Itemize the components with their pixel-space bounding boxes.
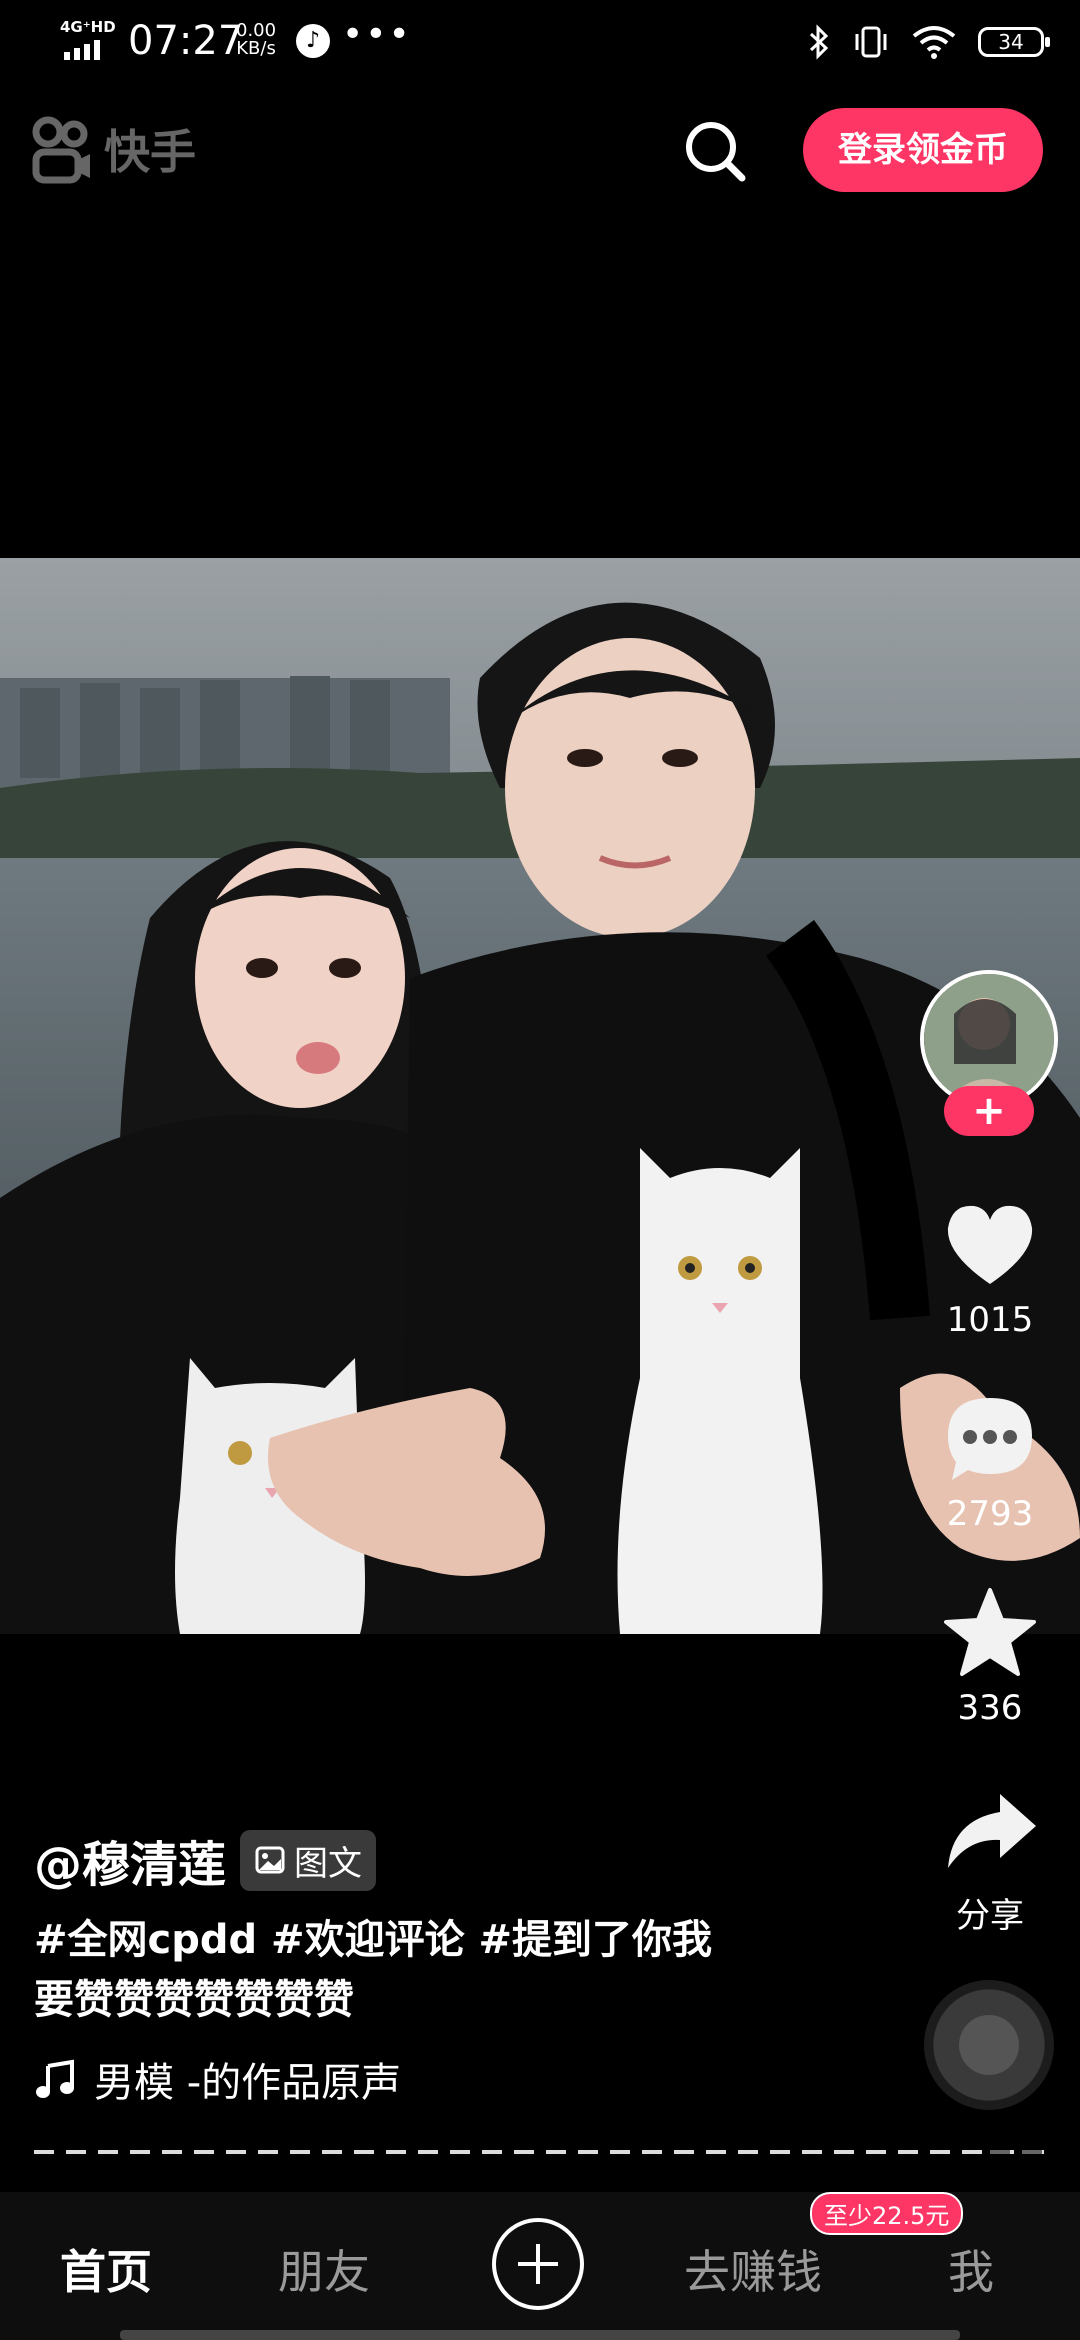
more-notifications-icon: ••• [342, 14, 412, 55]
share-icon [948, 1794, 1036, 1868]
music-title: 男模 -的作品原声 [94, 2060, 402, 2106]
comment-button[interactable]: 2793 [930, 1390, 1050, 1534]
image-progress-remaining [990, 2150, 1044, 2154]
signal-indicator: 4G⁺HD [60, 18, 116, 62]
vibrate-icon [855, 26, 887, 58]
follow-button[interactable]: + [944, 1086, 1034, 1136]
avatar-image [924, 974, 1054, 1104]
share-button[interactable]: 分享 [930, 1784, 1050, 1937]
caption-line: #全网cpdd #欢迎评论 #提到了你我 [34, 1917, 713, 1963]
nav-me[interactable]: 我 [948, 2236, 994, 2302]
image-icon [255, 1846, 285, 1874]
post-type-label: 图文 [294, 1843, 363, 1884]
nav-earn[interactable]: 去赚钱 [684, 2236, 822, 2302]
create-post-button[interactable] [492, 2218, 584, 2310]
bluetooth-icon [809, 24, 829, 60]
music-info[interactable]: 男模 -的作品原声 [34, 2050, 401, 2108]
notification-app-icon: ♪ [296, 24, 330, 58]
share-label: 分享 [956, 1896, 1024, 1936]
couple-photo-illustration [0, 558, 1080, 1634]
network-type: 4G⁺HD [60, 18, 116, 36]
image-progress-indicator [34, 2150, 1044, 2154]
post-type-badge: 图文 [240, 1829, 377, 1891]
status-bar: 4G⁺HD 07:27 0.00 KB/s ♪ ••• 34 [0, 0, 1080, 90]
earn-reward-badge: 至少22.5元 [810, 2192, 964, 2235]
author-row: @穆清莲 图文 [34, 1825, 377, 1895]
battery-icon: 34 [978, 27, 1050, 57]
wifi-icon [912, 26, 956, 59]
music-note-icon [36, 2059, 74, 2098]
comment-count: 2793 [946, 1494, 1034, 1534]
search-icon[interactable] [680, 116, 750, 186]
system-home-indicator [120, 2330, 960, 2340]
caption-line: 要赞赞赞赞赞赞赞 [34, 1977, 354, 2023]
star-icon [944, 1588, 1036, 1676]
post-image[interactable] [0, 558, 1080, 1634]
music-disc[interactable] [924, 1980, 1054, 2110]
login-reward-button[interactable]: 登录领金币 [803, 108, 1043, 192]
like-button[interactable]: 1015 [930, 1196, 1050, 1340]
app-logo: 快手 [30, 114, 196, 184]
favorite-button[interactable]: 336 [930, 1584, 1050, 1728]
status-icons: 34 [808, 20, 1050, 64]
clock: 07:27 [128, 18, 244, 64]
speed-unit: KB/s [236, 38, 276, 59]
nav-friends[interactable]: 朋友 [278, 2236, 370, 2302]
favorite-count: 336 [957, 1688, 1023, 1728]
kuaishou-logo-icon [32, 116, 90, 184]
post-caption[interactable]: #全网cpdd #欢迎评论 #提到了你我 要赞赞赞赞赞赞赞 [34, 1910, 794, 2030]
comment-icon [948, 1398, 1032, 1480]
heart-icon [947, 1205, 1033, 1284]
author-name[interactable]: @穆清莲 [34, 1825, 226, 1895]
nav-home[interactable]: 首页 [60, 2236, 152, 2302]
network-speed: 0.00 KB/s [236, 22, 276, 58]
like-count: 1015 [946, 1300, 1034, 1340]
app-name: 快手 [104, 125, 196, 179]
music-disc-cover [959, 2015, 1019, 2075]
